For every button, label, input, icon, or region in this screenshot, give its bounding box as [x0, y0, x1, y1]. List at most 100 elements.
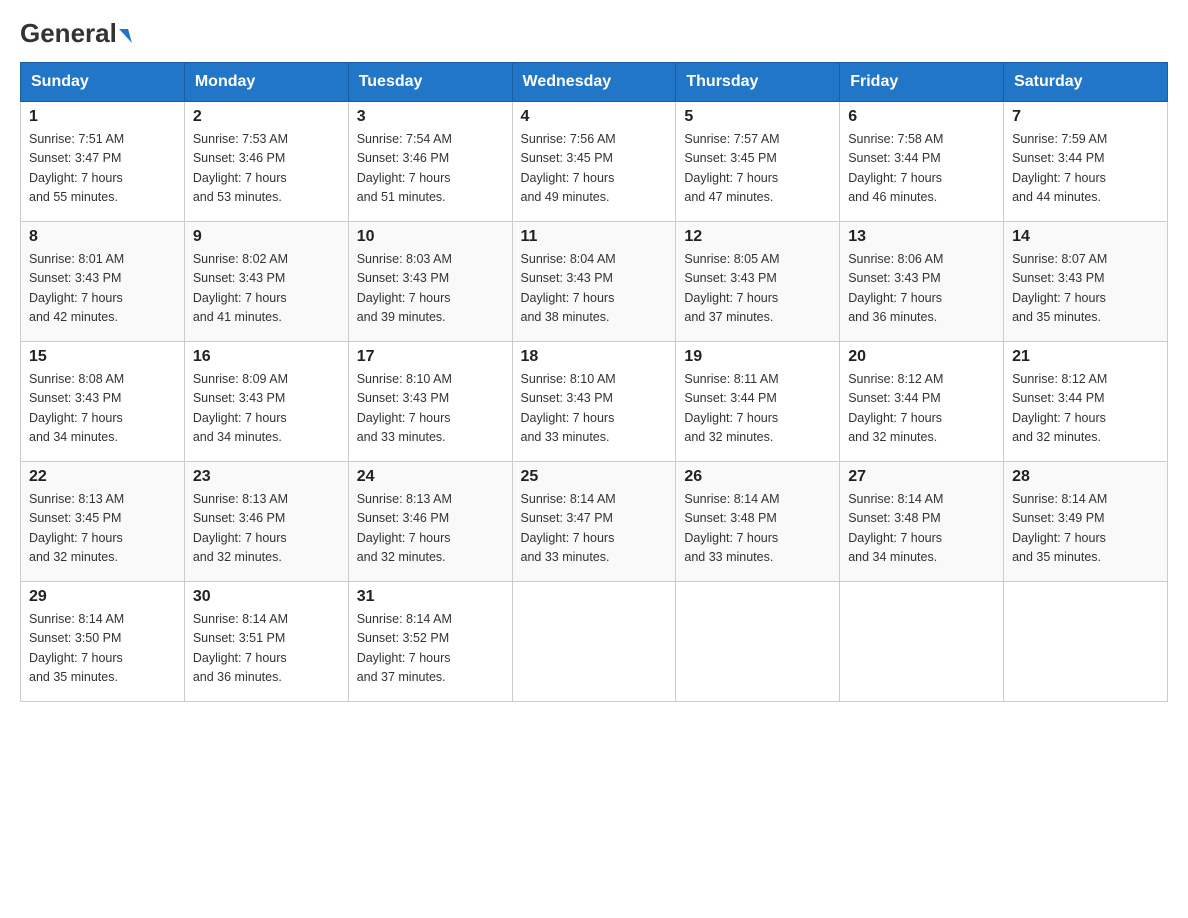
calendar-cell: 15 Sunrise: 8:08 AMSunset: 3:43 PMDayligh… [21, 342, 185, 462]
day-info: Sunrise: 8:13 AMSunset: 3:46 PMDaylight:… [193, 490, 340, 568]
day-info: Sunrise: 8:04 AMSunset: 3:43 PMDaylight:… [521, 250, 668, 328]
calendar-cell: 27 Sunrise: 8:14 AMSunset: 3:48 PMDayligh… [840, 462, 1004, 582]
day-info: Sunrise: 8:14 AMSunset: 3:50 PMDaylight:… [29, 610, 176, 688]
day-info: Sunrise: 8:14 AMSunset: 3:49 PMDaylight:… [1012, 490, 1159, 568]
day-info: Sunrise: 8:10 AMSunset: 3:43 PMDaylight:… [357, 370, 504, 448]
calendar-cell: 1Sunrise: 7:51 AMSunset: 3:47 PMDaylight… [21, 102, 185, 222]
day-info: Sunrise: 7:59 AMSunset: 3:44 PMDaylight:… [1012, 130, 1159, 208]
day-header-monday: Monday [184, 63, 348, 102]
day-number: 15 [29, 348, 176, 366]
day-number: 22 [29, 468, 176, 486]
day-info: Sunrise: 8:10 AMSunset: 3:43 PMDaylight:… [521, 370, 668, 448]
day-info: Sunrise: 7:54 AMSunset: 3:46 PMDaylight:… [357, 130, 504, 208]
day-header-tuesday: Tuesday [348, 63, 512, 102]
calendar-cell: 26 Sunrise: 8:14 AMSunset: 3:48 PMDayligh… [676, 462, 840, 582]
day-info: Sunrise: 8:14 AMSunset: 3:48 PMDaylight:… [848, 490, 995, 568]
calendar-cell: 28Sunrise: 8:14 AMSunset: 3:49 PMDayligh… [1004, 462, 1168, 582]
day-info: Sunrise: 8:06 AMSunset: 3:43 PMDaylight:… [848, 250, 995, 328]
calendar-cell: 9 Sunrise: 8:02 AMSunset: 3:43 PMDaylight… [184, 222, 348, 342]
day-number: 2 [193, 108, 340, 126]
day-number: 12 [684, 228, 831, 246]
calendar-cell: 11 Sunrise: 8:04 AMSunset: 3:43 PMDayligh… [512, 222, 676, 342]
day-number: 9 [193, 228, 340, 246]
calendar-body: 1Sunrise: 7:51 AMSunset: 3:47 PMDaylight… [21, 102, 1168, 702]
day-number: 5 [684, 108, 831, 126]
calendar-cell: 23 Sunrise: 8:13 AMSunset: 3:46 PMDayligh… [184, 462, 348, 582]
calendar-cell: 4 Sunrise: 7:56 AMSunset: 3:45 PMDaylight… [512, 102, 676, 222]
calendar-cell: 20Sunrise: 8:12 AMSunset: 3:44 PMDayligh… [840, 342, 1004, 462]
day-header-saturday: Saturday [1004, 63, 1168, 102]
calendar-cell: 30 Sunrise: 8:14 AMSunset: 3:51 PMDayligh… [184, 582, 348, 702]
logo: General [20, 20, 130, 46]
day-info: Sunrise: 7:58 AMSunset: 3:44 PMDaylight:… [848, 130, 995, 208]
calendar-cell: 8 Sunrise: 8:01 AMSunset: 3:43 PMDaylight… [21, 222, 185, 342]
calendar-week-5: 29 Sunrise: 8:14 AMSunset: 3:50 PMDayligh… [21, 582, 1168, 702]
day-number: 13 [848, 228, 995, 246]
day-info: Sunrise: 8:01 AMSunset: 3:43 PMDaylight:… [29, 250, 176, 328]
day-number: 17 [357, 348, 504, 366]
day-info: Sunrise: 8:14 AMSunset: 3:51 PMDaylight:… [193, 610, 340, 688]
day-info: Sunrise: 7:56 AMSunset: 3:45 PMDaylight:… [521, 130, 668, 208]
day-info: Sunrise: 8:14 AMSunset: 3:48 PMDaylight:… [684, 490, 831, 568]
calendar-cell: 24 Sunrise: 8:13 AMSunset: 3:46 PMDayligh… [348, 462, 512, 582]
day-number: 19 [684, 348, 831, 366]
calendar-cell: 5 Sunrise: 7:57 AMSunset: 3:45 PMDaylight… [676, 102, 840, 222]
day-number: 16 [193, 348, 340, 366]
day-number: 8 [29, 228, 176, 246]
day-number: 14 [1012, 228, 1159, 246]
calendar-table: SundayMondayTuesdayWednesdayThursdayFrid… [20, 62, 1168, 702]
day-number: 10 [357, 228, 504, 246]
day-info: Sunrise: 7:53 AMSunset: 3:46 PMDaylight:… [193, 130, 340, 208]
calendar-header: SundayMondayTuesdayWednesdayThursdayFrid… [21, 63, 1168, 102]
day-number: 30 [193, 588, 340, 606]
calendar-cell: 12Sunrise: 8:05 AMSunset: 3:43 PMDayligh… [676, 222, 840, 342]
logo-line1: General [20, 20, 130, 46]
day-number: 6 [848, 108, 995, 126]
day-number: 21 [1012, 348, 1159, 366]
day-number: 27 [848, 468, 995, 486]
calendar-cell: 18 Sunrise: 8:10 AMSunset: 3:43 PMDayligh… [512, 342, 676, 462]
day-info: Sunrise: 8:08 AMSunset: 3:43 PMDaylight:… [29, 370, 176, 448]
day-info: Sunrise: 8:09 AMSunset: 3:43 PMDaylight:… [193, 370, 340, 448]
day-number: 4 [521, 108, 668, 126]
calendar-week-2: 8 Sunrise: 8:01 AMSunset: 3:43 PMDaylight… [21, 222, 1168, 342]
calendar-cell: 16 Sunrise: 8:09 AMSunset: 3:43 PMDayligh… [184, 342, 348, 462]
calendar-week-1: 1Sunrise: 7:51 AMSunset: 3:47 PMDaylight… [21, 102, 1168, 222]
day-number: 23 [193, 468, 340, 486]
day-info: Sunrise: 8:12 AMSunset: 3:44 PMDaylight:… [1012, 370, 1159, 448]
calendar-cell [512, 582, 676, 702]
day-number: 29 [29, 588, 176, 606]
day-number: 11 [521, 228, 668, 246]
calendar-cell: 2 Sunrise: 7:53 AMSunset: 3:46 PMDaylight… [184, 102, 348, 222]
calendar-cell: 14 Sunrise: 8:07 AMSunset: 3:43 PMDayligh… [1004, 222, 1168, 342]
day-info: Sunrise: 8:14 AMSunset: 3:52 PMDaylight:… [357, 610, 504, 688]
day-info: Sunrise: 7:57 AMSunset: 3:45 PMDaylight:… [684, 130, 831, 208]
calendar-cell [840, 582, 1004, 702]
day-info: Sunrise: 8:02 AMSunset: 3:43 PMDaylight:… [193, 250, 340, 328]
day-header-friday: Friday [840, 63, 1004, 102]
day-number: 25 [521, 468, 668, 486]
calendar-cell: 3Sunrise: 7:54 AMSunset: 3:46 PMDaylight… [348, 102, 512, 222]
calendar-cell: 17 Sunrise: 8:10 AMSunset: 3:43 PMDayligh… [348, 342, 512, 462]
calendar-cell: 31 Sunrise: 8:14 AMSunset: 3:52 PMDayligh… [348, 582, 512, 702]
day-info: Sunrise: 7:51 AMSunset: 3:47 PMDaylight:… [29, 130, 176, 208]
day-number: 7 [1012, 108, 1159, 126]
day-info: Sunrise: 8:07 AMSunset: 3:43 PMDaylight:… [1012, 250, 1159, 328]
day-number: 26 [684, 468, 831, 486]
calendar-cell: 6 Sunrise: 7:58 AMSunset: 3:44 PMDaylight… [840, 102, 1004, 222]
day-number: 31 [357, 588, 504, 606]
day-number: 20 [848, 348, 995, 366]
day-number: 24 [357, 468, 504, 486]
calendar-cell: 7 Sunrise: 7:59 AMSunset: 3:44 PMDaylight… [1004, 102, 1168, 222]
day-info: Sunrise: 8:11 AMSunset: 3:44 PMDaylight:… [684, 370, 831, 448]
calendar-cell: 29 Sunrise: 8:14 AMSunset: 3:50 PMDayligh… [21, 582, 185, 702]
calendar-cell [676, 582, 840, 702]
day-info: Sunrise: 8:14 AMSunset: 3:47 PMDaylight:… [521, 490, 668, 568]
day-info: Sunrise: 8:13 AMSunset: 3:46 PMDaylight:… [357, 490, 504, 568]
calendar-week-4: 22Sunrise: 8:13 AMSunset: 3:45 PMDayligh… [21, 462, 1168, 582]
page-header: General [20, 20, 1168, 46]
day-header-thursday: Thursday [676, 63, 840, 102]
day-number: 18 [521, 348, 668, 366]
day-header-wednesday: Wednesday [512, 63, 676, 102]
calendar-cell: 19 Sunrise: 8:11 AMSunset: 3:44 PMDayligh… [676, 342, 840, 462]
